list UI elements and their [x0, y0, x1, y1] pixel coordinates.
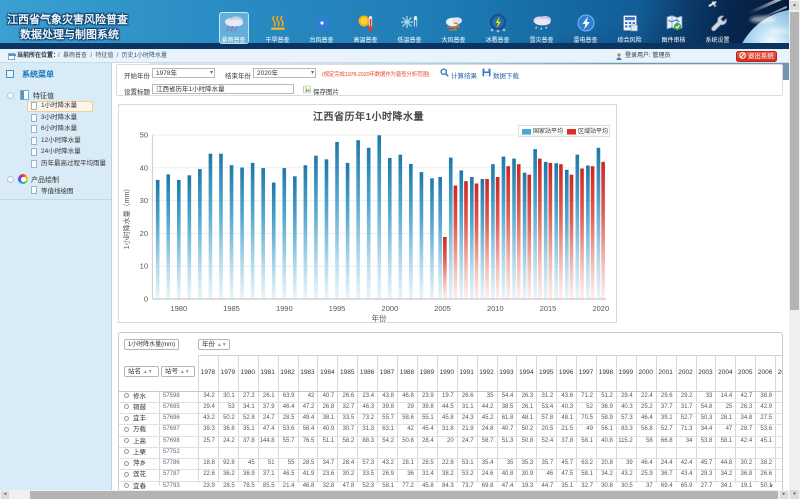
svg-text:年份: 年份: [372, 313, 387, 323]
svg-text:30: 30: [140, 196, 148, 205]
svg-text:1小时降水量（mm）: 1小时降水量（mm）: [122, 185, 131, 250]
svg-text:2000: 2000: [381, 304, 398, 313]
svg-text:1980: 1980: [170, 304, 187, 313]
svg-text:*: *: [545, 27, 548, 33]
svg-text:50: 50: [140, 131, 148, 140]
svg-text:2015: 2015: [540, 304, 557, 313]
svg-text:20: 20: [140, 229, 148, 238]
svg-text:40: 40: [140, 163, 148, 172]
svg-text:2005: 2005: [434, 304, 451, 313]
svg-text:1995: 1995: [329, 304, 346, 313]
svg-text:*: *: [535, 27, 538, 33]
svg-text:1985: 1985: [223, 304, 240, 313]
svg-text:*: *: [540, 28, 543, 33]
svg-text:10: 10: [140, 262, 148, 271]
svg-text:1990: 1990: [276, 304, 293, 313]
svg-text:2010: 2010: [487, 304, 504, 313]
svg-text:0: 0: [144, 295, 148, 304]
svg-text:2020: 2020: [592, 304, 609, 313]
